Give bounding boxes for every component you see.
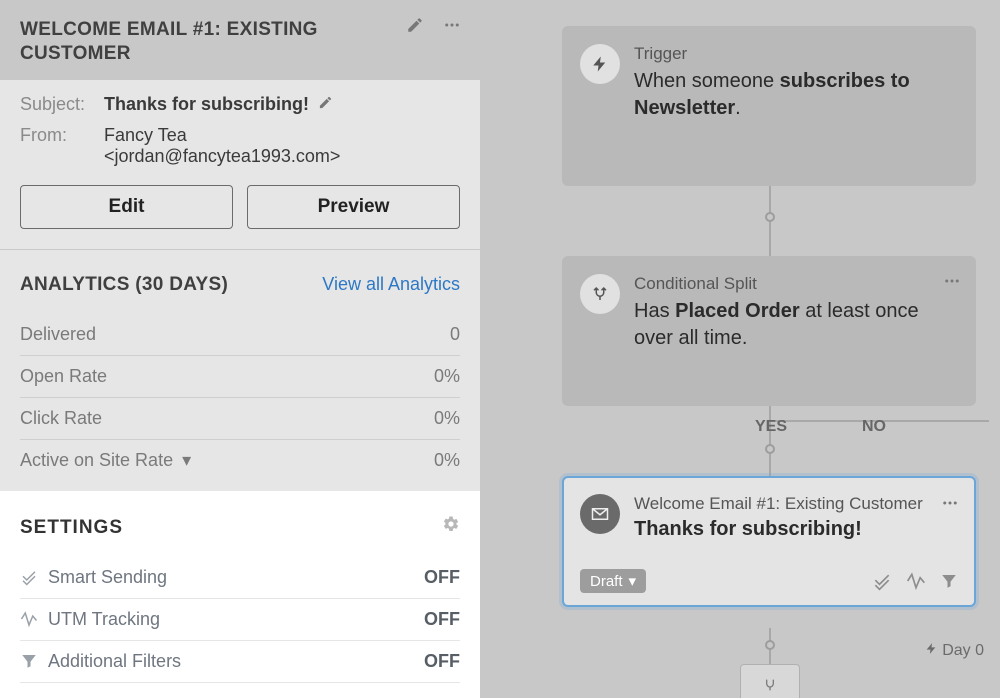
from-label: From:: [20, 125, 104, 167]
preview-button[interactable]: Preview: [247, 185, 460, 229]
node-text-pre: When someone: [634, 70, 780, 92]
view-all-analytics-link[interactable]: View all Analytics: [322, 274, 460, 295]
connector-dot[interactable]: [765, 640, 775, 650]
setting-row-smart-sending[interactable]: Smart Sending OFF: [20, 557, 460, 599]
email-node-subject: Thanks for subscribing!: [634, 518, 958, 541]
trigger-node[interactable]: Trigger When someone subscribes to Newsl…: [562, 26, 976, 186]
stat-label: Active on Site Rate ▾: [20, 450, 191, 471]
subject-value: Thanks for subscribing!: [104, 94, 333, 115]
gear-icon[interactable]: [442, 515, 460, 533]
next-node[interactable]: [740, 664, 800, 698]
stat-row: Click Rate 0%: [20, 398, 460, 440]
setting-label: Smart Sending: [48, 567, 167, 588]
more-icon[interactable]: [940, 494, 960, 512]
more-icon[interactable]: [942, 272, 962, 290]
card-header: WELCOME EMAIL #1: EXISTING CUSTOMER: [0, 0, 480, 80]
lightning-icon: [580, 44, 620, 84]
more-icon[interactable]: [442, 16, 462, 34]
stat-row[interactable]: Active on Site Rate ▾ 0%: [20, 440, 460, 481]
node-text: Has Placed Order at least once over all …: [634, 298, 958, 352]
stat-value: 0%: [434, 450, 460, 471]
stat-value: 0: [450, 324, 460, 345]
stat-value: 0%: [434, 408, 460, 429]
stat-row: Open Rate 0%: [20, 356, 460, 398]
analytics-section: ANALYTICS (30 DAYS) View all Analytics D…: [0, 250, 480, 491]
filter-icon[interactable]: [940, 571, 958, 591]
stat-label: Delivered: [20, 324, 96, 345]
branch-no-label: NO: [862, 418, 886, 436]
caret-down-icon: ▾: [182, 450, 191, 471]
setting-state: OFF: [424, 567, 460, 588]
node-kind: Trigger: [634, 44, 958, 64]
node-text-pre: Has: [634, 300, 675, 322]
setting-row-utm-tracking[interactable]: UTM Tracking OFF: [20, 599, 460, 641]
filter-icon: [20, 652, 38, 670]
stat-label: Click Rate: [20, 408, 102, 429]
setting-label: UTM Tracking: [48, 609, 160, 630]
connector-dot[interactable]: [765, 212, 775, 222]
branch-icon: [580, 274, 620, 314]
connector-dot[interactable]: [765, 444, 775, 454]
from-name: Fancy Tea: [104, 125, 340, 146]
stat-label: Open Rate: [20, 366, 107, 387]
email-details: Subject: Thanks for subscribing! From: F…: [0, 80, 480, 250]
activity-icon[interactable]: [906, 571, 926, 591]
subject-text: Thanks for subscribing!: [104, 94, 309, 114]
subject-label: Subject:: [20, 94, 104, 115]
email-node-title: Welcome Email #1: Existing Customer: [634, 494, 958, 514]
email-node[interactable]: Welcome Email #1: Existing Customer Than…: [562, 476, 976, 607]
analytics-title: ANALYTICS (30 DAYS): [20, 274, 228, 296]
envelope-icon: [580, 494, 620, 534]
pencil-icon[interactable]: [406, 16, 424, 34]
day-label-text: Day 0: [942, 642, 984, 659]
card-title: WELCOME EMAIL #1: EXISTING CUSTOMER: [20, 18, 350, 66]
from-value: Fancy Tea <jordan@fancytea1993.com>: [104, 125, 340, 167]
status-text: Draft: [590, 573, 623, 590]
node-text-bold: Placed Order: [675, 300, 800, 322]
lightning-icon: [925, 642, 938, 655]
edit-button[interactable]: Edit: [20, 185, 233, 229]
node-text: When someone subscribes to Newsletter.: [634, 68, 958, 122]
node-text-post: .: [735, 97, 741, 119]
layers-check-icon[interactable]: [872, 571, 892, 591]
branch-icon: [762, 677, 778, 693]
from-email: <jordan@fancytea1993.com>: [104, 146, 340, 167]
setting-row-additional-filters[interactable]: Additional Filters OFF: [20, 641, 460, 683]
branch-yes-label: YES: [755, 418, 787, 436]
day-label: Day 0: [925, 642, 984, 688]
setting-state: OFF: [424, 609, 460, 630]
node-kind: Conditional Split: [634, 274, 958, 294]
stat-row: Delivered 0: [20, 314, 460, 356]
layers-check-icon: [20, 568, 38, 586]
stat-value: 0%: [434, 366, 460, 387]
flow-canvas[interactable]: Trigger When someone subscribes to Newsl…: [480, 0, 1000, 698]
setting-state: OFF: [424, 651, 460, 672]
pencil-icon[interactable]: [318, 95, 333, 110]
setting-label: Additional Filters: [48, 651, 181, 672]
side-panel: WELCOME EMAIL #1: EXISTING CUSTOMER Subj…: [0, 0, 480, 698]
activity-icon: [20, 610, 38, 628]
caret-down-icon: ▾: [629, 572, 637, 590]
settings-section: SETTINGS Smart Sending OFF UTM Tracking …: [0, 491, 480, 698]
status-pill[interactable]: Draft ▾: [580, 569, 646, 593]
split-node[interactable]: Conditional Split Has Placed Order at le…: [562, 256, 976, 406]
stat-label-text: Active on Site Rate: [20, 450, 173, 470]
settings-title: SETTINGS: [20, 517, 123, 539]
